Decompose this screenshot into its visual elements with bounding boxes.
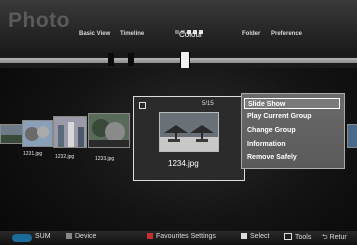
view-preference[interactable]: Preference bbox=[271, 31, 302, 37]
view-folder[interactable]: Folder bbox=[242, 31, 260, 37]
view-indicator bbox=[175, 19, 205, 34]
thumbnail-image bbox=[1, 125, 23, 143]
favourites-settings-button[interactable]: Favourites Settings bbox=[147, 233, 216, 240]
device-icon bbox=[66, 233, 72, 239]
favourites-label: Favourites Settings bbox=[156, 233, 216, 240]
thumbnail-image bbox=[23, 121, 52, 146]
timeline-marker bbox=[128, 53, 134, 66]
page-title: Photo bbox=[8, 9, 70, 32]
return-icon: ⮌ bbox=[322, 234, 328, 241]
selected-photo-card[interactable]: 5/15 1234.jpg bbox=[133, 96, 245, 181]
footer-bar: SUM Device Favourites Settings Select To… bbox=[0, 231, 357, 245]
view-basic[interactable]: Basic View bbox=[79, 31, 110, 37]
device-button[interactable]: Device bbox=[66, 233, 96, 240]
timeline-marker bbox=[108, 53, 114, 66]
return-label: Retur bbox=[329, 234, 347, 241]
thumbnail[interactable] bbox=[53, 116, 87, 148]
enter-key-icon bbox=[241, 233, 247, 239]
thumbnail-partial[interactable] bbox=[0, 124, 24, 144]
thumbnail-label: 1231.jpg bbox=[23, 151, 43, 157]
menu-item-change-group[interactable]: Change Group bbox=[244, 125, 340, 136]
view-colour[interactable]: Colour bbox=[179, 30, 203, 39]
sum-label[interactable]: SUM bbox=[35, 233, 51, 240]
red-key-icon bbox=[147, 233, 153, 239]
thumbnail-label: 1233.jpg bbox=[95, 156, 115, 162]
view-timeline[interactable]: Timeline bbox=[120, 31, 144, 37]
menu-item-information[interactable]: Information bbox=[244, 139, 340, 150]
select-label: Select bbox=[250, 233, 270, 240]
thumbnail[interactable] bbox=[22, 120, 53, 147]
selected-photo-image bbox=[159, 112, 219, 152]
photo-screen: Photo Basic View Timeline Colour Folder … bbox=[0, 0, 357, 245]
thumbnail[interactable] bbox=[88, 113, 130, 148]
select-button[interactable]: Select bbox=[241, 233, 269, 240]
return-button[interactable]: ⮌ Retur bbox=[322, 233, 347, 244]
timeline-track[interactable] bbox=[0, 58, 357, 63]
menu-item-slide-show[interactable]: Slide Show bbox=[244, 98, 340, 109]
thumbnail-label: 1232.jpg bbox=[55, 154, 75, 160]
header-bar: Photo Basic View Timeline Colour Folder … bbox=[0, 0, 357, 52]
thumbnail-image bbox=[89, 114, 129, 147]
tools-menu: Slide Show Play Current Group Change Gro… bbox=[241, 93, 345, 169]
checkbox[interactable] bbox=[139, 102, 146, 109]
thumbnail-partial[interactable] bbox=[347, 124, 357, 148]
tools-label: Tools bbox=[295, 234, 312, 241]
photo-counter: 5/15 bbox=[202, 101, 214, 107]
menu-item-remove-safely[interactable]: Remove Safely bbox=[244, 152, 340, 163]
device-label: Device bbox=[75, 233, 97, 240]
timeline-cursor[interactable] bbox=[180, 52, 190, 68]
tools-button[interactable]: Tools bbox=[284, 233, 311, 241]
selected-photo-name: 1234.jpg bbox=[168, 159, 199, 168]
thumbnail-image bbox=[348, 125, 357, 147]
tools-icon bbox=[284, 233, 292, 240]
thumbnail-image bbox=[54, 117, 86, 147]
sum-badge[interactable] bbox=[12, 234, 32, 242]
menu-item-play-current-group[interactable]: Play Current Group bbox=[244, 111, 340, 122]
